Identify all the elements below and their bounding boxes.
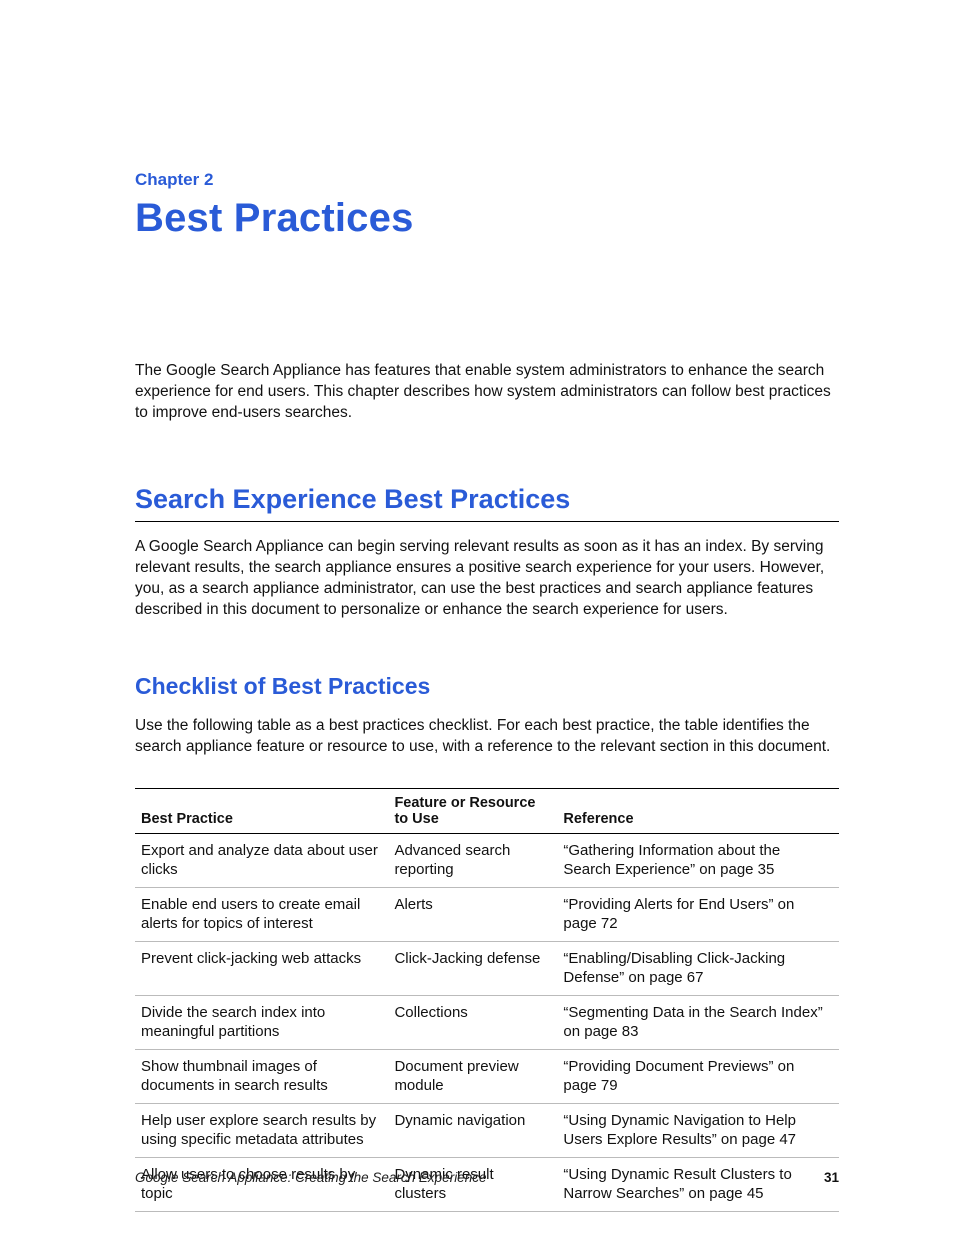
subsection-paragraph: Use the following table as a best practi… [135, 716, 839, 758]
table-row: Export and analyze data about user click… [135, 833, 839, 887]
table-row: Enable end users to create email alerts … [135, 887, 839, 941]
cell-feature: Alerts [388, 887, 557, 941]
cell-reference: “Providing Document Previews” on page 79 [557, 1049, 839, 1103]
cell-practice: Divide the search index into meaningful … [135, 995, 388, 1049]
cell-reference: “Using Dynamic Navigation to Help Users … [557, 1103, 839, 1157]
cell-reference: “Gathering Information about the Search … [557, 833, 839, 887]
table-header-practice: Best Practice [135, 788, 388, 833]
chapter-title: Best Practices [135, 196, 839, 241]
table-header-row: Best Practice Feature or Resource to Use… [135, 788, 839, 833]
table-row: Help user explore search results by usin… [135, 1103, 839, 1157]
footer-doc-title: Google Search Appliance: Creating the Se… [135, 1170, 486, 1185]
cell-feature: Advanced search reporting [388, 833, 557, 887]
cell-reference: “Enabling/Disabling Click-Jacking Defens… [557, 941, 839, 995]
cell-practice: Enable end users to create email alerts … [135, 887, 388, 941]
section-divider [135, 521, 839, 522]
section-paragraph: A Google Search Appliance can begin serv… [135, 537, 839, 621]
page-footer: Google Search Appliance: Creating the Se… [135, 1170, 839, 1185]
cell-reference: “Segmenting Data in the Search Index” on… [557, 995, 839, 1049]
intro-paragraph: The Google Search Appliance has features… [135, 361, 839, 424]
section-title: Search Experience Best Practices [135, 484, 839, 515]
cell-practice: Export and analyze data about user click… [135, 833, 388, 887]
table-row: Prevent click-jacking web attacks Click-… [135, 941, 839, 995]
document-page: Chapter 2 Best Practices The Google Sear… [0, 0, 954, 1235]
checklist-table: Best Practice Feature or Resource to Use… [135, 788, 839, 1212]
table-row: Divide the search index into meaningful … [135, 995, 839, 1049]
table-header-feature: Feature or Resource to Use [388, 788, 557, 833]
table-header-reference: Reference [557, 788, 839, 833]
table-row: Show thumbnail images of documents in se… [135, 1049, 839, 1103]
cell-feature: Dynamic navigation [388, 1103, 557, 1157]
chapter-label: Chapter 2 [135, 170, 839, 190]
cell-practice: Prevent click-jacking web attacks [135, 941, 388, 995]
cell-practice: Show thumbnail images of documents in se… [135, 1049, 388, 1103]
cell-feature: Document preview module [388, 1049, 557, 1103]
cell-feature: Collections [388, 995, 557, 1049]
cell-feature: Click-Jacking defense [388, 941, 557, 995]
cell-practice: Help user explore search results by usin… [135, 1103, 388, 1157]
cell-reference: “Providing Alerts for End Users” on page… [557, 887, 839, 941]
subsection-title: Checklist of Best Practices [135, 673, 839, 700]
footer-page-number: 31 [824, 1170, 839, 1185]
